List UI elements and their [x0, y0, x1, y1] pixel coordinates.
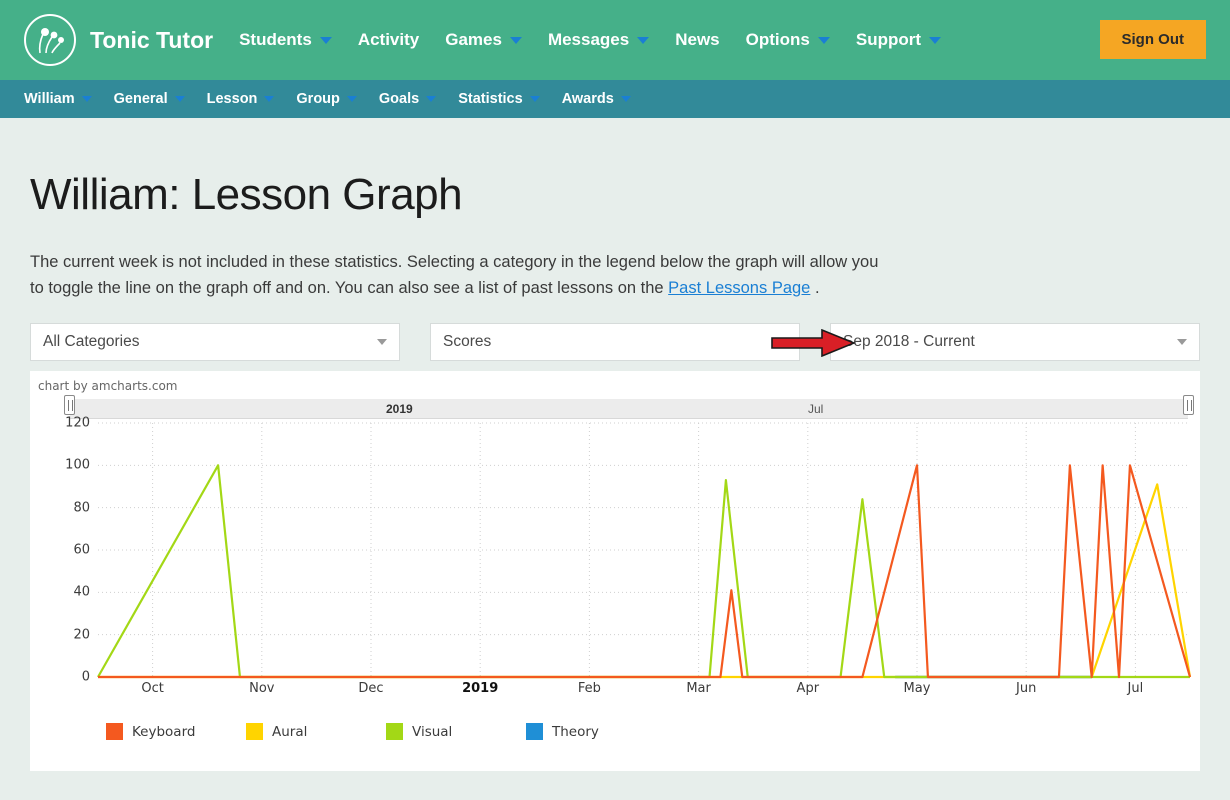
logo-glyph [31, 21, 69, 59]
legend-label: Visual [412, 724, 452, 740]
nav-label: Students [239, 30, 312, 50]
sign-out-button[interactable]: Sign Out [1100, 20, 1207, 59]
chart-legend: Keyboard Aural Visual Theory [106, 723, 666, 740]
nav-item-messages[interactable]: Messages [548, 30, 649, 50]
x-axis-tick: Jun [1016, 681, 1036, 696]
legend-swatch-icon [246, 723, 263, 740]
nav-label: Options [746, 30, 810, 50]
legend-label: Theory [552, 724, 599, 740]
intro-paragraph: The current week is not included in thes… [30, 250, 890, 301]
brand-title[interactable]: Tonic Tutor [90, 27, 213, 54]
plot-svg [30, 419, 1200, 681]
legend-item-visual[interactable]: Visual [386, 723, 526, 740]
nav-item-news[interactable]: News [675, 30, 719, 50]
legend-label: Aural [272, 724, 307, 740]
subnav-label: Statistics [458, 91, 522, 107]
primary-nav: Students Activity Games Messages News Op… [239, 30, 941, 50]
legend-swatch-icon [386, 723, 403, 740]
x-axis-tick: Jul [1128, 681, 1144, 696]
chevron-down-icon [818, 37, 830, 44]
x-axis-tick: Nov [249, 681, 274, 696]
sidebar-item-statistics[interactable]: Statistics [458, 91, 539, 107]
x-axis-tick: Apr [797, 681, 820, 696]
range-start-label: 2019 [386, 402, 413, 416]
nav-label: Games [445, 30, 502, 50]
secondary-navigation-bar: William General Lesson Group Goals Stati… [0, 80, 1230, 118]
chevron-down-icon [377, 339, 387, 345]
sidebar-item-awards[interactable]: Awards [562, 91, 631, 107]
filter-row: All Categories Scores Sep 2018 - Current [30, 323, 1200, 361]
tonic-tutor-logo[interactable] [24, 14, 76, 66]
legend-item-keyboard[interactable]: Keyboard [106, 723, 246, 740]
legend-swatch-icon [106, 723, 123, 740]
category-select[interactable]: All Categories [30, 323, 400, 361]
x-axis-tick: Mar [686, 681, 711, 696]
legend-label: Keyboard [132, 724, 195, 740]
nav-item-students[interactable]: Students [239, 30, 332, 50]
subnav-label: Group [296, 91, 340, 107]
sidebar-item-goals[interactable]: Goals [379, 91, 436, 107]
chevron-down-icon [637, 37, 649, 44]
x-axis-tick: Feb [578, 681, 601, 696]
chevron-down-icon [530, 96, 540, 102]
plot-area-wrapper: 020406080100120 OctNovDec2019FebMarAprMa… [30, 419, 1200, 719]
sidebar-item-lesson[interactable]: Lesson [207, 91, 275, 107]
nav-label: Messages [548, 30, 629, 50]
metric-select[interactable]: Scores [430, 323, 800, 361]
chart-credit: chart by amcharts.com [38, 379, 177, 393]
top-navigation-bar: Tonic Tutor Students Activity Games Mess… [0, 0, 1230, 80]
range-end-label: Jul [808, 402, 823, 416]
x-axis-tick: Oct [141, 681, 163, 696]
chevron-down-icon [175, 96, 185, 102]
x-axis-tick: 2019 [462, 681, 498, 696]
range-grip-left-icon[interactable] [64, 395, 75, 415]
nav-item-games[interactable]: Games [445, 30, 522, 50]
legend-swatch-icon [526, 723, 543, 740]
range-grip-right-icon[interactable] [1183, 395, 1194, 415]
subnav-label: General [114, 91, 168, 107]
chart-range-selector[interactable]: 2019 Jul [70, 399, 1188, 419]
x-axis-labels: Oct Nov Dec 2019 Feb Mar Apr May Jun Jul [30, 681, 1200, 705]
nav-label: News [675, 30, 719, 50]
sidebar-item-group[interactable]: Group [296, 91, 357, 107]
metric-select-value: Scores [443, 333, 491, 351]
period-select[interactable]: Sep 2018 - Current [830, 323, 1200, 361]
lesson-graph-chart: chart by amcharts.com 2019 Jul 020406080… [30, 371, 1200, 771]
chevron-down-icon [426, 96, 436, 102]
annotation-arrow-icon [770, 329, 856, 357]
nav-item-options[interactable]: Options [746, 30, 830, 50]
intro-text-b: . [810, 279, 819, 297]
page-title: William: Lesson Graph [30, 170, 1200, 220]
subnav-label: Lesson [207, 91, 258, 107]
subnav-label: Awards [562, 91, 614, 107]
legend-item-theory[interactable]: Theory [526, 723, 666, 740]
x-axis-tick: Dec [358, 681, 383, 696]
main-content: William: Lesson Graph The current week i… [0, 170, 1230, 771]
x-axis-tick: May [904, 681, 931, 696]
nav-item-activity[interactable]: Activity [358, 30, 419, 50]
chevron-down-icon [320, 37, 332, 44]
past-lessons-page-link[interactable]: Past Lessons Page [668, 279, 810, 297]
chevron-down-icon [347, 96, 357, 102]
period-select-value: Sep 2018 - Current [843, 333, 975, 351]
chevron-down-icon [510, 37, 522, 44]
category-select-value: All Categories [43, 333, 140, 351]
chevron-down-icon [82, 96, 92, 102]
nav-item-support[interactable]: Support [856, 30, 941, 50]
chevron-down-icon [264, 96, 274, 102]
nav-label: Activity [358, 30, 419, 50]
subnav-label: William [24, 91, 75, 107]
legend-item-aural[interactable]: Aural [246, 723, 386, 740]
sidebar-item-general[interactable]: General [114, 91, 185, 107]
chevron-down-icon [621, 96, 631, 102]
subnav-label: Goals [379, 91, 419, 107]
chevron-down-icon [1177, 339, 1187, 345]
nav-label: Support [856, 30, 921, 50]
chevron-down-icon [929, 37, 941, 44]
sidebar-item-william[interactable]: William [24, 91, 92, 107]
